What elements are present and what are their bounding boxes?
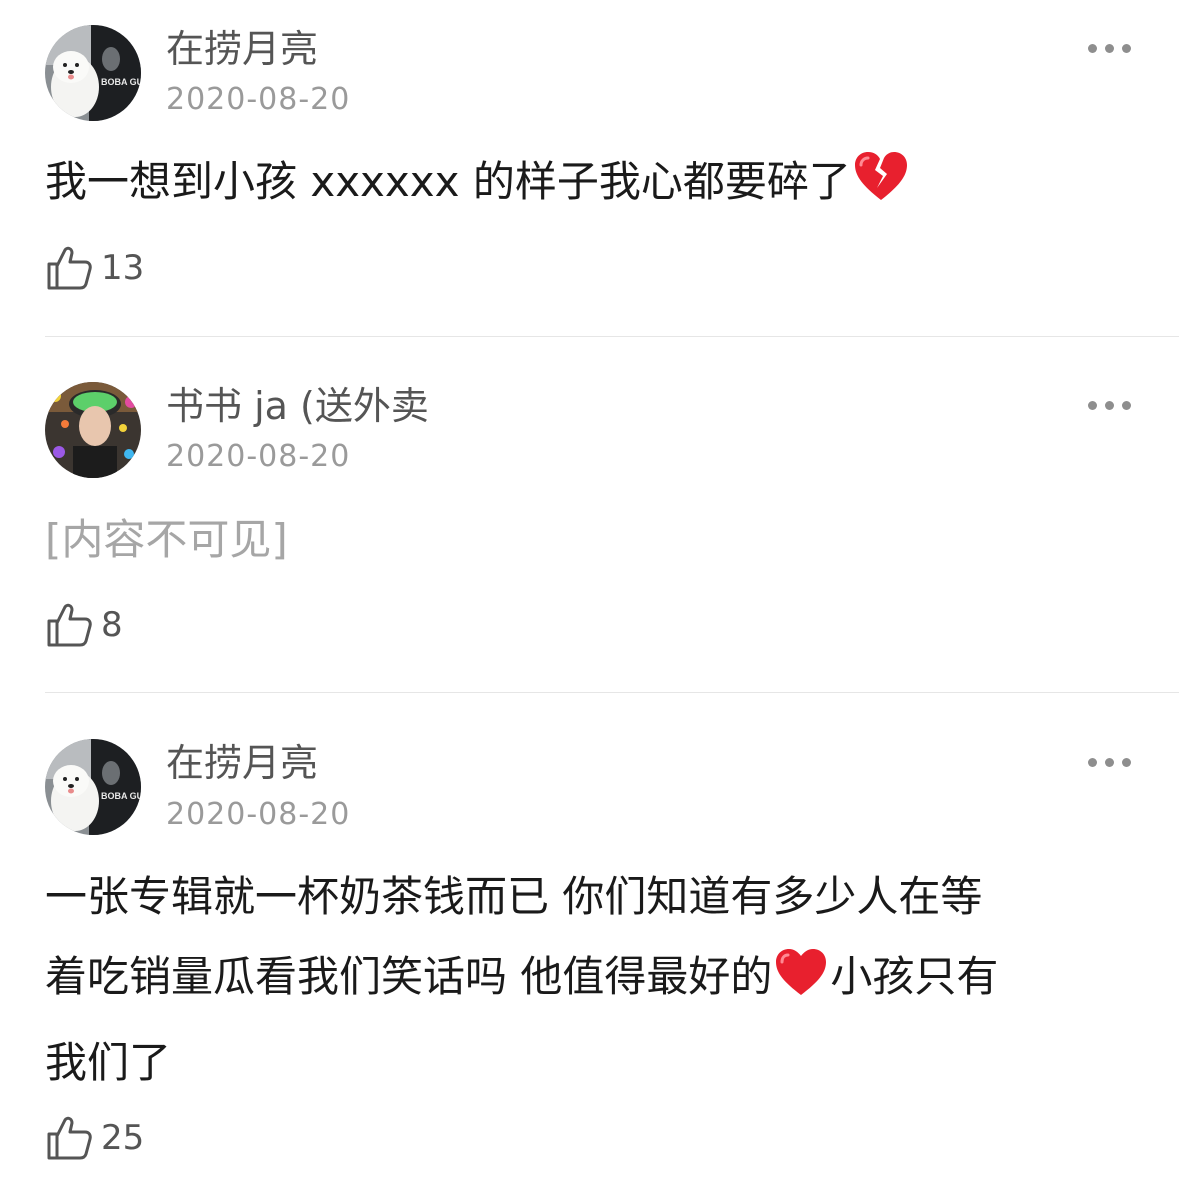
comment-text-line: 我们了 bbox=[45, 1038, 172, 1087]
person-avatar-image bbox=[45, 382, 141, 478]
like-count: 25 bbox=[101, 1118, 145, 1158]
avatar[interactable]: BOBA GU bbox=[45, 739, 141, 835]
avatar[interactable]: BOBA GU bbox=[45, 25, 141, 121]
username[interactable]: 在捞月亮 bbox=[166, 741, 318, 785]
comment-text-line: 一张专辑就一杯奶茶钱而已 你们知道有多少人在等 bbox=[45, 872, 983, 921]
svg-text:BOBA GU: BOBA GU bbox=[101, 77, 141, 87]
thumbs-up-icon bbox=[47, 1116, 92, 1160]
comment-text: 我一想到小孩 xxxxxx 的样子我心都要碎了 bbox=[45, 142, 1135, 228]
more-dots-icon[interactable] bbox=[1086, 752, 1134, 772]
username[interactable]: 书书 ja (送外卖 bbox=[166, 384, 429, 428]
comment-date: 2020-08-20 bbox=[166, 797, 351, 832]
comment-date: 2020-08-20 bbox=[166, 439, 351, 474]
comment-text-segment: 小孩只有 bbox=[830, 952, 999, 1001]
svg-text:BOBA GU: BOBA GU bbox=[101, 791, 141, 801]
like-count: 13 bbox=[101, 248, 145, 288]
comment-text-body: 我一想到小孩 xxxxxx 的样子我心都要碎了 bbox=[45, 157, 851, 206]
divider bbox=[45, 692, 1179, 693]
more-dots-icon[interactable] bbox=[1086, 38, 1134, 58]
comment-text-segment: 着吃销量瓜看我们笑话吗 他值得最好的 bbox=[45, 952, 773, 1001]
username[interactable]: 在捞月亮 bbox=[166, 27, 318, 71]
comment-text: 一张专辑就一杯奶茶钱而已 你们知道有多少人在等 着吃销量瓜看我们笑话吗 他值得最… bbox=[45, 857, 1135, 1103]
divider bbox=[45, 336, 1179, 337]
thumbs-up-icon bbox=[47, 246, 92, 290]
samoyed-avatar-image: BOBA GU bbox=[45, 25, 141, 121]
samoyed-avatar-image: BOBA GU bbox=[45, 739, 141, 835]
comment-text-line: 着吃销量瓜看我们笑话吗 他值得最好的 小孩只有 bbox=[45, 937, 1135, 1023]
broken-heart-icon bbox=[853, 148, 909, 228]
like-count: 8 bbox=[101, 605, 123, 645]
avatar[interactable] bbox=[45, 382, 141, 478]
comment-date: 2020-08-20 bbox=[166, 82, 351, 117]
thumbs-up-icon bbox=[47, 603, 92, 647]
red-heart-icon bbox=[774, 943, 828, 1023]
comment-text-hidden: [内容不可见] bbox=[45, 515, 288, 564]
more-dots-icon[interactable] bbox=[1086, 395, 1134, 415]
